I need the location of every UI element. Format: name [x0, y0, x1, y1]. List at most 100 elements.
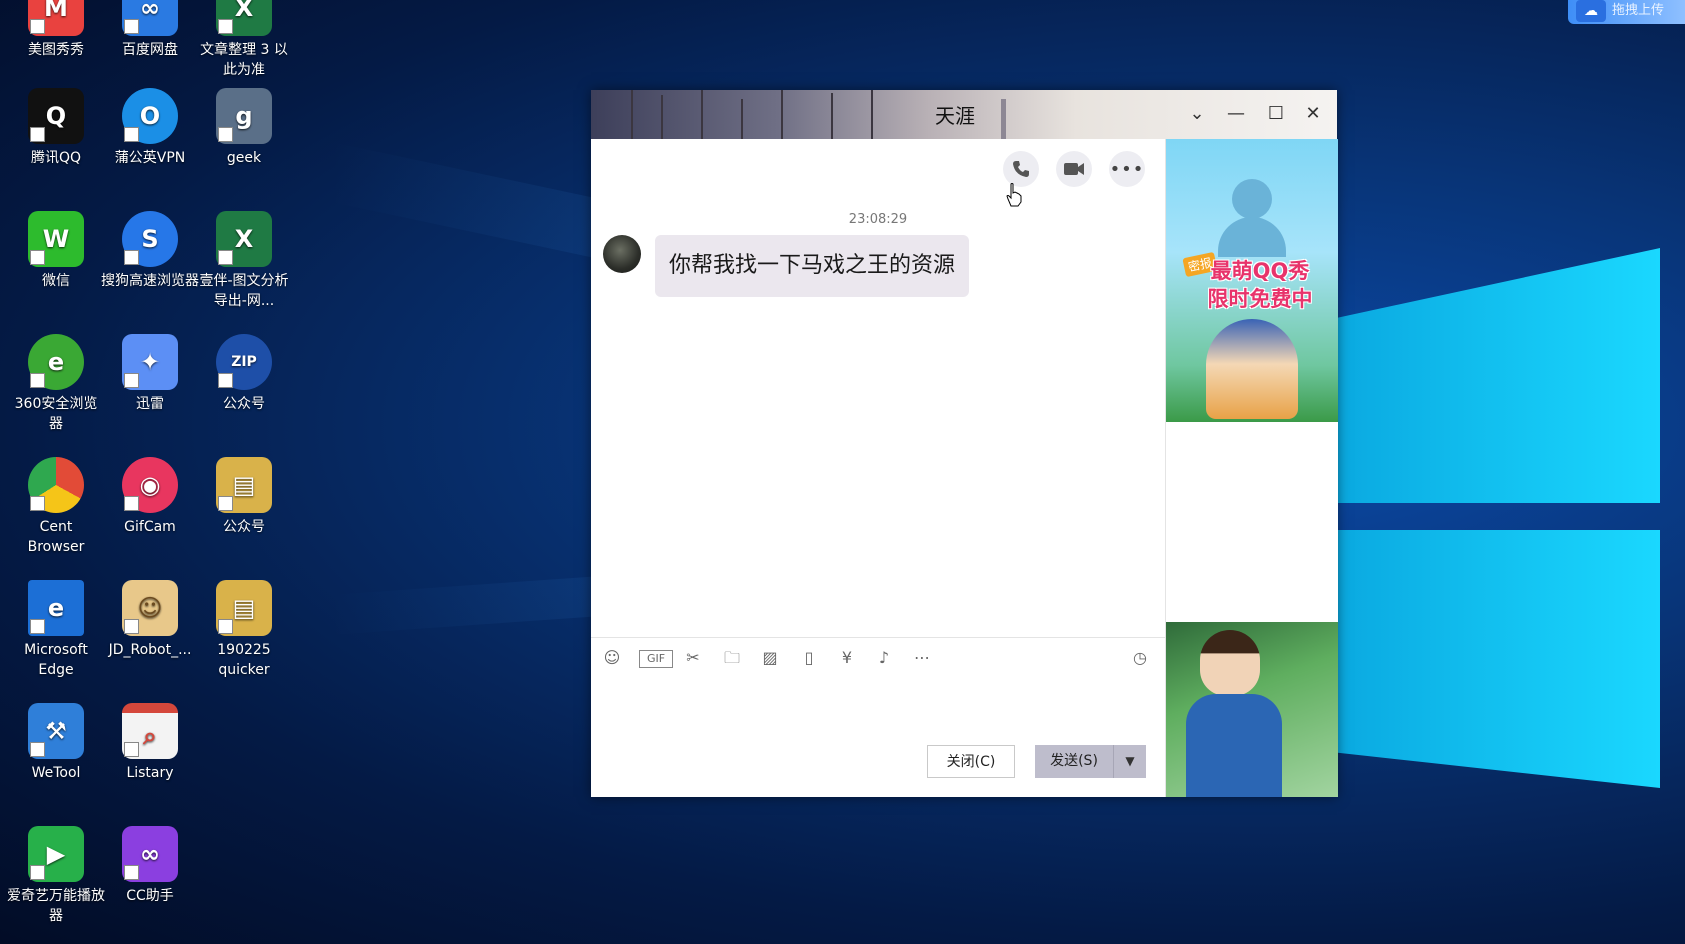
desktop-icon-wetool[interactable]: ⚒ WeTool — [10, 703, 102, 783]
desktop-icon-360-browser[interactable]: e 360安全浏览器 — [8, 334, 104, 434]
desktop-icon-gongzhonghao-file[interactable]: ▤ 公众号 — [198, 457, 290, 537]
desktop-icon-baidu-netdisk[interactable]: ∞ 百度网盘 — [104, 0, 196, 60]
excel-file-icon: X — [216, 0, 272, 36]
emoji-icon[interactable]: ☺ — [601, 647, 623, 669]
titlebar-decoration — [831, 93, 833, 139]
chevron-down-icon[interactable]: ▼ — [1113, 745, 1146, 778]
folder-icon[interactable]: 🗀 — [721, 647, 743, 669]
desktop-wallpaper-logo — [1330, 248, 1660, 788]
avatar[interactable] — [603, 235, 641, 273]
message-bubble: 你帮我找一下马戏之王的资源 — [655, 235, 970, 297]
desktop-icon-label: 美图秀秀 — [28, 42, 84, 58]
minimize-icon[interactable]: — — [1225, 103, 1247, 125]
shake-icon[interactable]: ▯ — [798, 647, 820, 669]
desktop-icon-geek[interactable]: g geek — [198, 88, 290, 168]
desktop-icon-label: geek — [226, 150, 262, 166]
titlebar-decoration — [871, 90, 873, 139]
scissors-icon[interactable]: ✂ — [682, 647, 704, 669]
more-options-button[interactable]: ••• — [1109, 151, 1145, 187]
wallpaper-pane-bottom — [1330, 530, 1660, 788]
desktop-icon-label: GifCam — [124, 519, 176, 535]
desktop-icon-cc-helper[interactable]: ∞ CC助手 — [104, 826, 196, 906]
desktop-icon-gongzhonghao-zip[interactable]: ZIP 公众号 — [198, 334, 290, 414]
avatar-silhouette — [1232, 179, 1272, 219]
desktop-icon-jd-robot[interactable]: ☺ JD_Robot_... — [104, 580, 196, 660]
music-icon[interactable]: ♪ — [873, 647, 895, 669]
input-divider — [591, 637, 1165, 638]
cloud-icon: ☁ — [1576, 0, 1606, 22]
cent-browser-icon — [28, 457, 84, 513]
desktop-icon-cent-browser[interactable]: Cent Browser — [10, 457, 102, 557]
desktop-icon-label: JD_Robot_... — [108, 642, 192, 658]
video-camera-icon — [1064, 163, 1084, 175]
chevron-down-icon[interactable]: ⌄ — [1186, 103, 1208, 125]
clock-icon[interactable]: ◷ — [1129, 647, 1151, 669]
more-icon[interactable]: ⋯ — [911, 647, 933, 669]
desktop-icon-label: 公众号 — [223, 519, 265, 535]
desktop-icon-gifcam[interactable]: ◉ GifCam — [104, 457, 196, 537]
desktop-icon-qq[interactable]: Q 腾讯QQ — [10, 88, 102, 168]
message-input[interactable] — [601, 675, 1155, 735]
desktop-icon-pgy-vpn[interactable]: O 蒲公英VPN — [104, 88, 196, 168]
red-packet-icon[interactable]: ¥ — [836, 647, 858, 669]
vpn-icon: O — [122, 88, 178, 144]
close-icon[interactable]: ✕ — [1302, 103, 1324, 125]
phone-icon — [1013, 161, 1029, 177]
document-file-icon: ▤ — [216, 457, 272, 513]
edge-icon: e — [28, 580, 84, 636]
qq-show-panel: 密报 最萌QQ秀 限时免费中 — [1165, 139, 1338, 797]
desktop-icon-article-excel[interactable]: X 文章整理 3 以此为准 — [198, 0, 290, 80]
desktop-icon-iqiyi[interactable]: ▶ 爱奇艺万能播放器 — [4, 826, 108, 926]
baidu-upload-bar[interactable]: ☁ 拖拽上传 — [1568, 0, 1685, 24]
ad-headline-line2: 限时免费中 — [1207, 287, 1313, 311]
desktop-icon-label: CC助手 — [126, 888, 174, 904]
chat-contact-name: 天涯 — [935, 104, 975, 128]
titlebar-decoration — [631, 90, 633, 139]
ad-headline: 最萌QQ秀 限时免费中 — [1190, 257, 1330, 313]
cartoon-boy-body — [1186, 694, 1282, 797]
titlebar-decoration — [701, 90, 703, 139]
cartoon-boy-head — [1200, 630, 1260, 696]
avatar-silhouette — [1218, 217, 1286, 257]
meitu-icon: M — [28, 0, 84, 36]
desktop-icon-meitu[interactable]: M 美图秀秀 — [10, 0, 102, 60]
desktop-icon-yiban-excel[interactable]: X 壹伴-图文分析导出-网... — [196, 211, 292, 311]
image-icon[interactable]: ▨ — [759, 647, 781, 669]
maximize-icon[interactable]: ☐ — [1265, 103, 1287, 125]
listary-icon: ⌕ — [122, 703, 178, 759]
desktop-icon-xunlei[interactable]: ✦ 迅雷 — [104, 334, 196, 414]
qq-chat-window: 天涯 ⌄ — ☐ ✕ ••• 23:08:29 你帮我找一下马戏之王的资源 ☺ … — [591, 90, 1338, 797]
chat-message-area[interactable]: ••• 23:08:29 你帮我找一下马戏之王的资源 — [591, 139, 1165, 637]
cartoon-characters-image — [1206, 319, 1298, 419]
doge-icon: ☺ — [122, 580, 178, 636]
desktop-icon-label: Listary — [126, 765, 174, 781]
zip-icon: ZIP — [216, 334, 272, 390]
desktop-icon-wechat[interactable]: W 微信 — [10, 211, 102, 291]
qq-penguin-icon: Q — [28, 88, 84, 144]
desktop-icon-listary[interactable]: ⌕ Listary — [104, 703, 196, 783]
desktop-icon-label: 迅雷 — [136, 396, 164, 412]
desktop-icon-label: 360安全浏览器 — [14, 396, 98, 432]
desktop-icon-edge[interactable]: e Microsoft Edge — [10, 580, 102, 680]
desktop-icon-label: 蒲公英VPN — [114, 150, 186, 166]
qq-show-ad-banner[interactable]: 密报 最萌QQ秀 限时免费中 — [1166, 139, 1338, 422]
close-button[interactable]: 关闭(C) — [927, 745, 1015, 778]
titlebar-decoration — [661, 95, 663, 139]
wechat-icon: W — [28, 211, 84, 267]
titlebar-decoration — [781, 90, 783, 139]
gif-icon[interactable]: GIF — [639, 650, 673, 668]
window-titlebar[interactable]: 天涯 ⌄ — ☐ ✕ — [591, 90, 1337, 139]
desktop-icon-quicker[interactable]: ▤ 190225 quicker — [198, 580, 290, 680]
desktop-icon-label: 微信 — [42, 273, 70, 289]
sogou-browser-icon: S — [122, 211, 178, 267]
voice-call-button[interactable] — [1003, 151, 1039, 187]
qq-show-avatar-image[interactable] — [1166, 622, 1338, 797]
desktop-icon-sogou-browser[interactable]: S 搜狗高速浏览器 — [100, 211, 200, 291]
video-call-button[interactable] — [1056, 151, 1092, 187]
send-button[interactable]: 发送(S) — [1035, 745, 1113, 778]
desktop-icon-label: 腾讯QQ — [30, 150, 82, 166]
document-file-icon: ▤ — [216, 580, 272, 636]
hand-cursor-icon — [1006, 183, 1022, 207]
camera-icon: ◉ — [122, 457, 178, 513]
desktop-icon-label: 爱奇艺万能播放器 — [7, 888, 105, 924]
